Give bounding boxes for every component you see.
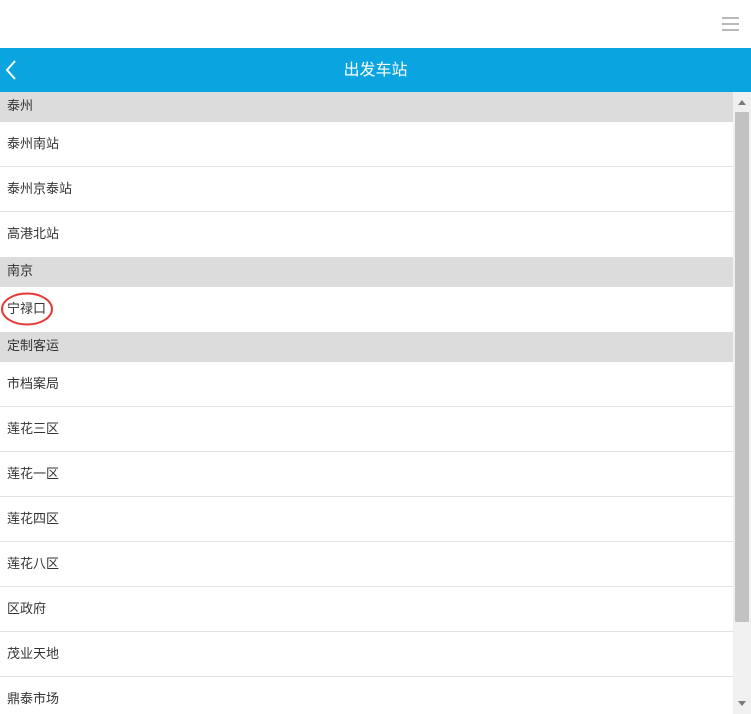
station-label: 宁禄口 — [7, 302, 47, 317]
station-item[interactable]: 市档案局 — [0, 362, 733, 407]
station-item[interactable]: 莲花四区 — [0, 497, 733, 542]
scroll-up-arrow-icon[interactable] — [733, 94, 751, 112]
scrollbar-thumb[interactable] — [735, 112, 749, 622]
group-header-taizhou: 泰州 — [0, 92, 733, 122]
station-item[interactable]: 鼎泰市场 — [0, 677, 733, 714]
page-title: 出发车站 — [343, 60, 408, 79]
nav-bar: 出发车站 — [0, 48, 751, 92]
top-bar — [0, 0, 751, 48]
station-item[interactable]: 高港北站 — [0, 212, 733, 257]
group-header-nanjing: 南京 — [0, 257, 733, 287]
station-item[interactable]: 区政府 — [0, 587, 733, 632]
station-item-highlighted[interactable]: 宁禄口 — [0, 287, 733, 332]
station-item[interactable]: 莲花八区 — [0, 542, 733, 587]
group-header-custom-transport: 定制客运 — [0, 332, 733, 362]
scrollbar[interactable] — [733, 92, 751, 714]
station-item[interactable]: 莲花一区 — [0, 452, 733, 497]
station-item[interactable]: 茂业天地 — [0, 632, 733, 677]
hamburger-menu-icon[interactable] — [722, 17, 739, 31]
station-item[interactable]: 莲花三区 — [0, 407, 733, 452]
station-item[interactable]: 泰州南站 — [0, 122, 733, 167]
station-item[interactable]: 泰州京泰站 — [0, 167, 733, 212]
station-list[interactable]: 泰州 泰州南站 泰州京泰站 高港北站 南京 宁禄口 定制客运 市档案局 莲花三区… — [0, 92, 733, 714]
scroll-down-arrow-icon[interactable] — [733, 694, 751, 712]
